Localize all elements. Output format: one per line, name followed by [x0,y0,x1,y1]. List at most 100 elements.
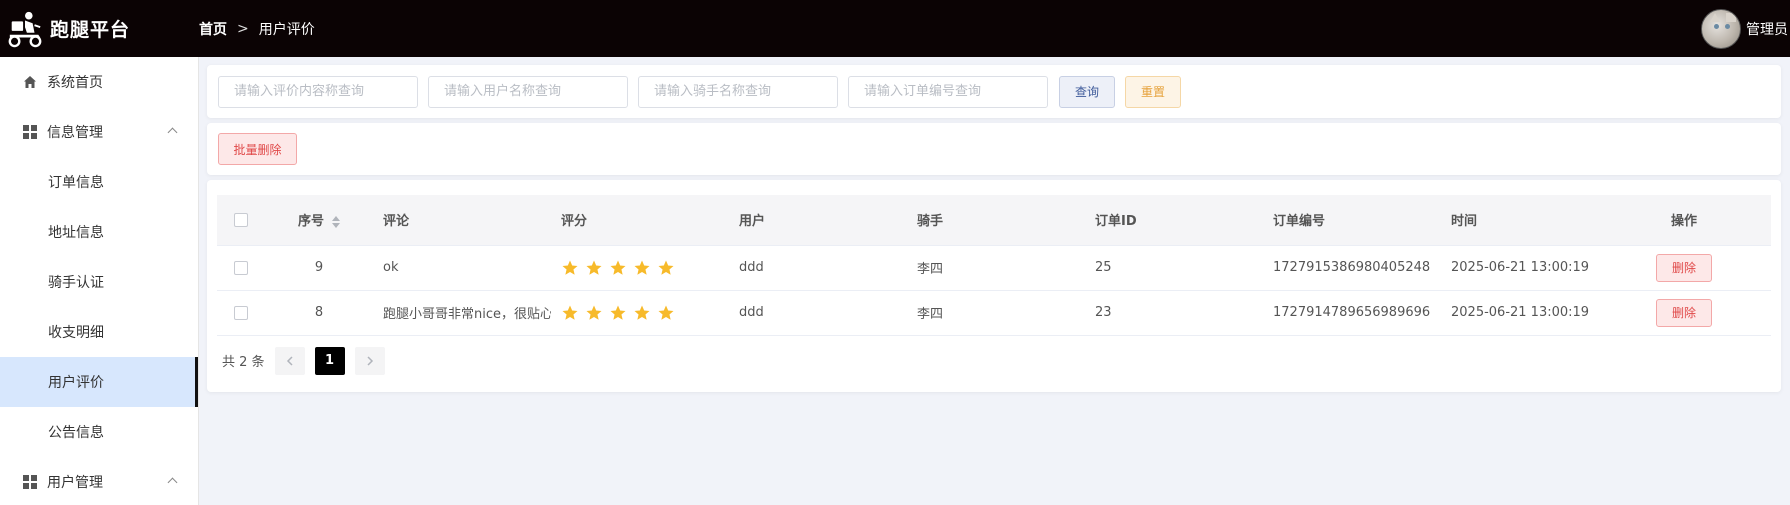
user-cell: ddd [729,245,907,291]
reviews-table-panel: 序号 评论 评分 用户 骑手 订单ID 订单编号 时间 操作 9 ok ddd … [207,180,1781,392]
reset-button[interactable]: 重置 [1125,75,1181,108]
select-all-checkbox[interactable] [234,212,248,227]
user-cell: ddd [729,290,907,336]
user-search-input[interactable] [428,75,628,108]
sidebar-group-info[interactable]: 信息管理 [0,107,198,157]
time-cell: 2025-06-21 13:00:19 [1441,290,1597,336]
order-id-cell: 23 [1085,290,1263,336]
user-menu[interactable]: 管理员 [1701,0,1790,57]
star-icon[interactable] [657,304,675,322]
sort-icon[interactable] [332,215,340,229]
sidebar-item-user-reviews[interactable]: 用户评价 [0,357,198,407]
sidebar-item-rider-auth[interactable]: 骑手认证 [0,257,198,307]
grid-icon [22,474,38,490]
order-no-cell: 1727915386980405248 [1263,245,1441,291]
column-header-operation: 操作 [1597,195,1771,246]
table-row: 9 ok ddd 李四 25 1727915386980405248 2025-… [217,245,1771,291]
column-header-comment: 评论 [373,195,551,246]
chevron-right-icon [367,355,373,366]
chevron-up-icon [167,127,178,138]
row-select-cell [217,245,265,291]
star-icon[interactable] [633,259,651,277]
sidebar-item-addresses[interactable]: 地址信息 [0,207,198,257]
row-select-cell [217,290,265,336]
breadcrumb-home[interactable]: 首页 [199,19,227,39]
sidebar-item-orders[interactable]: 订单信息 [0,157,198,207]
rider-search-input[interactable] [638,75,838,108]
pagination: 共 2 条 1 [217,336,1771,386]
operation-cell: 删除 [1597,290,1771,336]
delete-button[interactable]: 删除 [1656,253,1712,282]
star-rating[interactable] [561,304,675,322]
breadcrumb: 首页 > 用户评价 [199,19,315,39]
row-checkbox[interactable] [234,260,248,275]
sidebar-item-home[interactable]: 系统首页 [0,57,198,107]
breadcrumb-separator: > [237,20,249,37]
order-search-input[interactable] [848,75,1048,108]
sidebar-item-notices[interactable]: 公告信息 [0,407,198,457]
sidebar: 系统首页 信息管理 订单信息 地址信息 骑手认证 收支明细 用户评价 公告信息 … [0,57,199,505]
star-icon[interactable] [609,304,627,322]
order-no-cell: 1727914789656989696 [1263,290,1441,336]
column-header-seq[interactable]: 序号 [265,195,373,246]
avatar[interactable] [1701,8,1741,49]
next-page-button[interactable] [354,346,385,375]
column-header-time: 时间 [1441,195,1597,246]
rider-cell: 李四 [907,290,1085,336]
star-icon[interactable] [561,304,579,322]
score-cell [551,290,729,336]
star-icon[interactable] [633,304,651,322]
sidebar-group-label: 信息管理 [47,125,103,141]
page-number-button[interactable]: 1 [314,346,345,375]
star-icon[interactable] [585,304,603,322]
app-logo[interactable]: 跑腿平台 [0,0,199,57]
row-checkbox[interactable] [234,305,248,320]
query-button[interactable]: 查询 [1059,75,1115,108]
app-title: 跑腿平台 [50,19,131,41]
select-all-header [217,195,265,246]
column-header-order-no: 订单编号 [1263,195,1441,246]
chevron-up-icon [167,477,178,488]
sidebar-item-transactions[interactable]: 收支明细 [0,307,198,357]
pagination-total: 共 2 条 [222,355,265,370]
chevron-left-icon [286,355,293,366]
column-header-score: 评分 [551,195,729,246]
column-header-order-id: 订单ID [1085,195,1263,246]
star-icon[interactable] [657,259,675,277]
table-row: 8 跑腿小哥哥非常nice，很贴心 ddd 李四 23 172791478965… [217,290,1771,336]
table-header-row: 序号 评论 评分 用户 骑手 订单ID 订单编号 时间 操作 [217,195,1771,246]
home-icon [22,74,38,90]
comment-cell: 跑腿小哥哥非常nice，很贴心 [373,290,551,336]
rider-cell: 李四 [907,245,1085,291]
top-header: 跑腿平台 首页 > 用户评价 管理员 [0,0,1790,57]
prev-page-button[interactable] [274,346,305,375]
star-icon[interactable] [561,259,579,277]
breadcrumb-current: 用户评价 [258,21,315,38]
search-bar: 查询 重置 [207,65,1781,118]
star-icon[interactable] [585,259,603,277]
sidebar-group-users[interactable]: 用户管理 [0,457,198,505]
batch-delete-button[interactable]: 批量删除 [218,133,297,165]
star-rating[interactable] [561,259,675,277]
seq-cell: 9 [265,245,373,291]
delete-button[interactable]: 删除 [1656,298,1712,327]
operation-cell: 删除 [1597,245,1771,291]
delivery-scooter-icon [8,11,42,47]
order-id-cell: 25 [1085,245,1263,291]
column-header-user: 用户 [729,195,907,246]
grid-icon [22,124,38,140]
sidebar-item-label: 系统首页 [47,75,103,91]
main-content: 查询 重置 批量删除 序号 评论 评分 用户 骑手 订单ID 订单编号 时间 [207,65,1781,392]
time-cell: 2025-06-21 13:00:19 [1441,245,1597,291]
star-icon[interactable] [609,259,627,277]
sidebar-group-label: 用户管理 [47,475,103,491]
user-name[interactable]: 管理员 [1746,19,1788,39]
seq-cell: 8 [265,290,373,336]
action-bar: 批量删除 [207,123,1781,175]
score-cell [551,245,729,291]
seq-header-label: 序号 [297,214,324,230]
column-header-rider: 骑手 [907,195,1085,246]
reviews-table: 序号 评论 评分 用户 骑手 订单ID 订单编号 时间 操作 9 ok ddd … [217,195,1771,336]
comment-search-input[interactable] [218,75,418,108]
comment-cell: ok [373,245,551,291]
